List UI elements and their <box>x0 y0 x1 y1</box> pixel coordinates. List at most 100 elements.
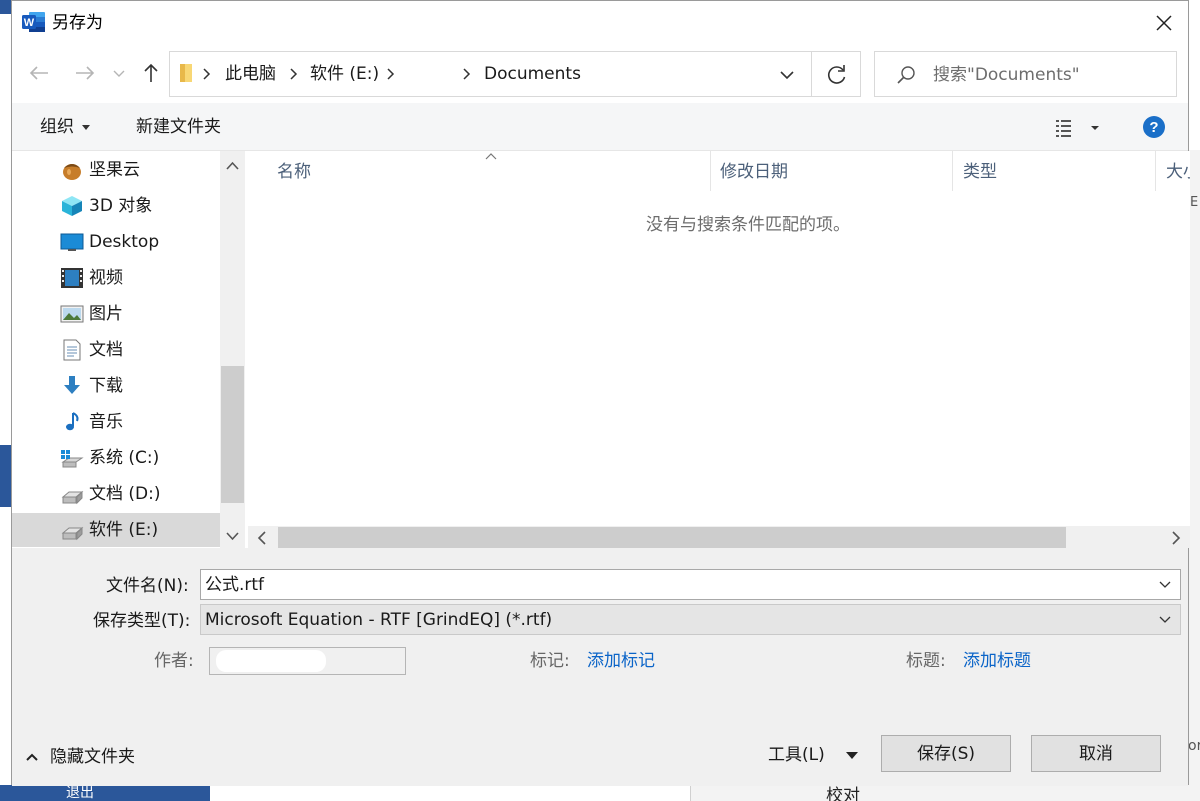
scroll-up-icon[interactable] <box>220 151 245 181</box>
tree-item-label: Desktop <box>89 232 160 252</box>
tree-item-pictures[interactable]: 图片 <box>12 297 220 331</box>
breadcrumb-separator-icon[interactable] <box>287 64 301 84</box>
new-folder-label: 新建文件夹 <box>136 117 221 137</box>
system-drive-icon <box>61 450 84 468</box>
tree-item-downloads[interactable]: 下载 <box>12 369 220 403</box>
view-options-icon[interactable] <box>1052 115 1112 141</box>
tree-item-label: 文档 (D:) <box>89 484 161 504</box>
address-dropdown-chevron-icon[interactable] <box>774 62 800 88</box>
chevron-down-icon[interactable] <box>1158 578 1172 592</box>
back-arrow-icon[interactable] <box>26 60 52 86</box>
filename-field[interactable]: 公式.rtf <box>200 569 1181 600</box>
tree-item-label: 3D 对象 <box>89 196 153 216</box>
column-label: 修改日期 <box>720 162 788 182</box>
breadcrumb-documents[interactable]: Documents <box>484 62 581 86</box>
cube-3d-icon <box>62 196 82 216</box>
chevron-up-icon <box>26 753 38 761</box>
desktop-icon <box>60 233 84 251</box>
search-icon <box>897 66 915 84</box>
tree-item-label: 软件 (E:) <box>89 520 159 540</box>
caret-down-icon <box>846 752 858 759</box>
column-header-size[interactable]: 大小 <box>1156 151 1190 191</box>
tree-item-3d-objects[interactable]: 3D 对象 <box>12 189 220 223</box>
author-label: 作者: <box>154 651 194 671</box>
tree-item-nutstore[interactable]: 坚果云 <box>12 153 220 187</box>
chevron-down-icon[interactable] <box>1158 613 1172 627</box>
download-icon <box>64 376 80 394</box>
column-label: 类型 <box>963 162 997 182</box>
dialog-title: 另存为 <box>52 13 103 33</box>
file-list-h-scrollbar[interactable] <box>248 526 1190 548</box>
address-divider <box>811 52 812 96</box>
save-button[interactable]: 保存(S) <box>881 735 1011 772</box>
background-glyph: or <box>1188 738 1200 754</box>
recent-locations-chevron-icon[interactable] <box>110 60 128 86</box>
background-glyph: E <box>1190 195 1199 210</box>
scroll-left-icon[interactable] <box>248 526 276 548</box>
save-as-dialog: W 另存为 此电脑 软件 (E:) Documents 搜索"Documents… <box>11 0 1190 786</box>
search-input[interactable] <box>933 62 1168 88</box>
word-background-panel: 校对 <box>690 785 1200 801</box>
drive-icon <box>61 526 84 541</box>
organize-menu[interactable]: 组织 <box>40 115 90 139</box>
tree-item-software-e[interactable]: 软件 (E:) <box>12 513 220 547</box>
help-icon[interactable]: ? <box>1142 115 1166 139</box>
column-header-date[interactable]: 修改日期 <box>710 151 953 191</box>
tree-item-documents[interactable]: 文档 <box>12 333 220 367</box>
up-arrow-icon[interactable] <box>138 60 164 86</box>
breadcrumb-separator-icon[interactable] <box>384 64 398 84</box>
save-form: 文件名(N): 公式.rtf 保存类型(T): Microsoft Equati… <box>12 548 1188 786</box>
address-bar[interactable]: 此电脑 软件 (E:) Documents <box>169 51 861 97</box>
tools-label: 工具(L) <box>768 745 825 765</box>
tree-item-label: 图片 <box>89 304 123 324</box>
exit-label: 退出 <box>66 785 94 801</box>
tree-item-videos[interactable]: 视频 <box>12 261 220 295</box>
help-glyph: ? <box>1149 119 1158 136</box>
tools-menu-button[interactable]: 工具(L) <box>768 740 868 770</box>
scroll-down-icon[interactable] <box>220 523 245 548</box>
title-bar: W 另存为 <box>12 1 1188 47</box>
refresh-icon[interactable] <box>822 60 852 90</box>
scrollbar-thumb[interactable] <box>221 366 244 503</box>
word-icon: W <box>22 12 45 32</box>
cancel-button[interactable]: 取消 <box>1031 735 1161 772</box>
music-icon <box>66 412 79 431</box>
add-title-link[interactable]: 添加标题 <box>963 649 1031 673</box>
svg-text:W: W <box>24 17 35 29</box>
tree-item-label: 坚果云 <box>89 160 140 180</box>
breadcrumb-separator-icon[interactable] <box>200 64 214 84</box>
word-backstage-exit[interactable]: 退出 <box>0 785 210 801</box>
forward-arrow-icon[interactable] <box>72 60 98 86</box>
breadcrumb-drive-e[interactable]: 软件 (E:) <box>310 62 379 86</box>
cancel-label: 取消 <box>1079 744 1113 764</box>
filetype-value: Microsoft Equation - RTF [GrindEQ] (*.rt… <box>205 610 553 630</box>
search-box[interactable] <box>874 51 1177 97</box>
tree-item-label: 下载 <box>89 376 123 396</box>
scrollbar-thumb[interactable] <box>278 527 1066 548</box>
document-icon <box>63 339 81 361</box>
column-label: 大小 <box>1166 162 1190 182</box>
tags-label: 标记: <box>530 651 570 671</box>
breadcrumb-this-pc[interactable]: 此电脑 <box>225 62 276 86</box>
scroll-right-icon[interactable] <box>1162 526 1190 548</box>
close-icon[interactable] <box>1152 11 1176 35</box>
tree-item-system-c[interactable]: 系统 (C:) <box>12 441 220 475</box>
author-field[interactable] <box>209 647 406 675</box>
column-label: 名称 <box>277 162 311 182</box>
breadcrumb-separator-icon[interactable] <box>460 64 474 84</box>
tree-item-docs-d[interactable]: 文档 (D:) <box>12 477 220 511</box>
filetype-select[interactable]: Microsoft Equation - RTF [GrindEQ] (*.rt… <box>200 604 1181 635</box>
nav-pane-scrollbar[interactable] <box>220 151 245 548</box>
tree-item-desktop[interactable]: Desktop <box>12 225 220 259</box>
tree-item-music[interactable]: 音乐 <box>12 405 220 439</box>
column-header-type[interactable]: 类型 <box>953 151 1156 191</box>
proofread-label: 校对 <box>826 786 860 801</box>
empty-results-message: 没有与搜索条件匹配的项。 <box>646 215 850 235</box>
new-folder-button[interactable]: 新建文件夹 <box>136 115 221 139</box>
hide-folders-label: 隐藏文件夹 <box>50 747 135 767</box>
video-icon <box>61 268 83 288</box>
add-tag-link[interactable]: 添加标记 <box>587 649 655 673</box>
navigation-row: 此电脑 软件 (E:) Documents <box>12 47 1188 103</box>
column-header-name[interactable]: 名称 <box>267 151 711 191</box>
folder-icon <box>180 64 192 82</box>
